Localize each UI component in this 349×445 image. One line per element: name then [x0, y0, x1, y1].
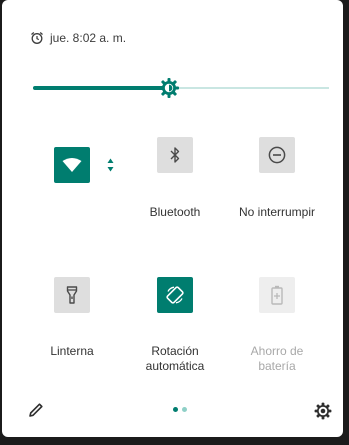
quick-settings-panel: jue. 8:02 a. m. Bluetooth No interrumpir…: [2, 0, 343, 437]
battery-saver-label: Ahorro de batería: [222, 344, 332, 374]
brightness-track-fill: [33, 86, 169, 90]
do-not-disturb-label: No interrumpir: [238, 205, 316, 219]
wifi-expand-icon[interactable]: [107, 158, 114, 177]
flashlight-icon: [66, 286, 78, 304]
auto-rotate-label-line2: automática: [145, 359, 205, 373]
flashlight-label: Linterna: [50, 344, 94, 358]
wifi-tile[interactable]: [54, 147, 90, 183]
battery-saver-icon: [271, 285, 283, 305]
page-indicator: [173, 407, 187, 412]
page-dot-1: [173, 407, 178, 412]
battery-saver-label-line2: batería: [258, 359, 296, 373]
battery-saver-tile[interactable]: [259, 277, 295, 313]
next-alarm[interactable]: jue. 8:02 a. m.: [30, 28, 126, 48]
auto-rotate-icon: [165, 285, 185, 305]
auto-rotate-label: Rotación automática: [120, 344, 230, 374]
flashlight-tile[interactable]: [54, 277, 90, 313]
auto-rotate-label-line1: Rotación: [151, 344, 199, 358]
battery-saver-label-line1: Ahorro de: [250, 344, 304, 358]
do-not-disturb-icon: [268, 146, 286, 164]
alarm-time-text: jue. 8:02 a. m.: [50, 31, 127, 45]
pencil-icon[interactable]: [28, 402, 44, 423]
brightness-slider[interactable]: [33, 78, 329, 98]
auto-rotate-tile[interactable]: [157, 277, 193, 313]
gear-icon[interactable]: [314, 402, 332, 425]
brightness-icon[interactable]: [159, 78, 179, 98]
bluetooth-tile[interactable]: [157, 137, 193, 173]
page-dot-2: [182, 407, 187, 412]
wifi-icon: [62, 158, 82, 172]
alarm-clock-icon: [30, 31, 44, 45]
do-not-disturb-tile[interactable]: [259, 137, 295, 173]
bluetooth-icon: [169, 146, 181, 164]
bluetooth-label: Bluetooth: [149, 205, 201, 219]
